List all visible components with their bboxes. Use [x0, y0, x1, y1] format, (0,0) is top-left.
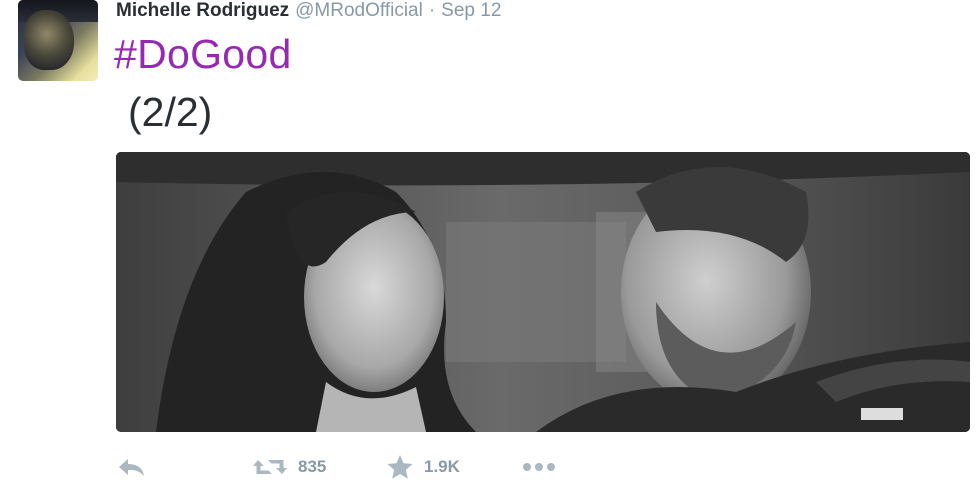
retweet-count: 835 — [298, 457, 327, 476]
tweet-header: Michelle Rodriguez @MRodOfficial · Sep 1… — [116, 0, 501, 26]
star-icon — [387, 455, 413, 479]
photo-illustration — [116, 152, 970, 432]
tweet-photo[interactable] — [116, 152, 970, 432]
retweet-icon — [253, 460, 287, 474]
header-separator: · — [428, 0, 436, 21]
author-fullname[interactable]: Michelle Rodriguez — [116, 0, 289, 22]
favorite-button[interactable]: 1.9K — [386, 452, 460, 482]
reply-icon — [119, 459, 144, 476]
retweet-button[interactable]: 835 — [252, 452, 326, 482]
author-username[interactable]: @MRodOfficial — [295, 0, 423, 22]
hashtag-link[interactable]: #DoGood — [114, 30, 292, 78]
tweet-timestamp[interactable]: Sep 12 — [441, 0, 501, 22]
favorite-count: 1.9K — [424, 457, 460, 476]
reply-button[interactable] — [116, 452, 146, 482]
tweet: Michelle Rodriguez @MRodOfficial · Sep 1… — [0, 0, 980, 494]
avatar-face-shape — [24, 10, 74, 70]
avatar[interactable] — [18, 0, 98, 81]
more-icon — [523, 463, 555, 471]
tweet-actions: 835 1.9K — [116, 452, 616, 482]
more-button[interactable] — [522, 452, 556, 482]
tweet-text: (2/2) — [128, 89, 213, 135]
